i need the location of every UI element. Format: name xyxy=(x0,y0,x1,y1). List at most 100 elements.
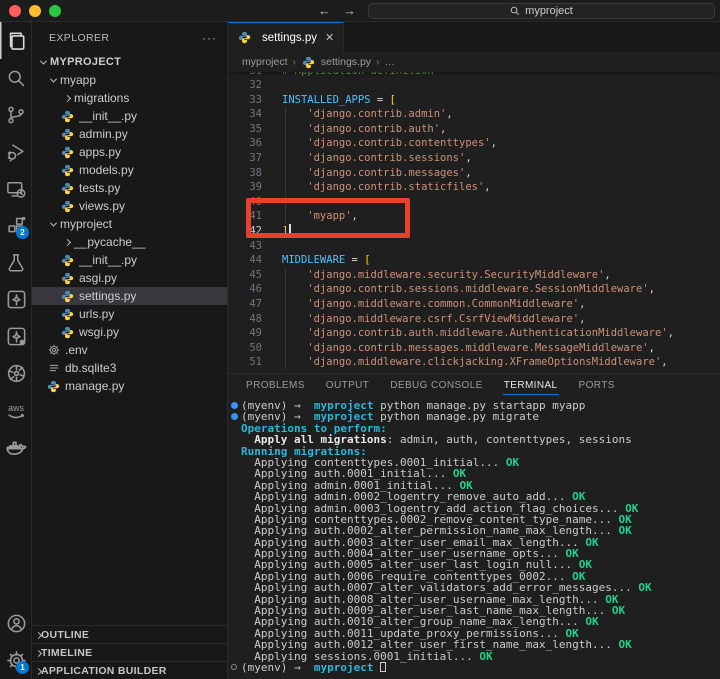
close-window-button[interactable] xyxy=(9,4,21,17)
kubernetes-icon[interactable] xyxy=(0,355,32,392)
badge: 2 xyxy=(16,226,29,239)
code-line-49: 49 'django.contrib.auth.middleware.Authe… xyxy=(228,326,720,341)
tree-item-urls-py[interactable]: urls.py xyxy=(32,305,227,323)
bottom-panel: PROBLEMS OUTPUT DEBUG CONSOLE TERMINAL PORTS… xyxy=(228,373,720,679)
run-debug-icon[interactable] xyxy=(0,133,32,170)
panel-tab-ports[interactable]: PORTS xyxy=(578,377,616,395)
extensions-icon[interactable]: 2 xyxy=(0,207,32,244)
tree-item-myapp[interactable]: myapp xyxy=(32,71,227,89)
terminal-output[interactable]: (myenv) → myproject python manage.py sta… xyxy=(228,398,720,679)
python-icon xyxy=(60,146,75,159)
tree-item-apps-py[interactable]: apps.py xyxy=(32,143,227,161)
tree-item-label: wsgi.py xyxy=(79,325,120,339)
indent-guide xyxy=(285,268,286,370)
tree-item-manage-py[interactable]: manage.py xyxy=(32,377,227,395)
panel-tab-terminal[interactable]: TERMINAL xyxy=(502,377,559,395)
more-actions-icon[interactable]: ··· xyxy=(202,31,217,45)
tree-root-myproject[interactable]: MYPROJECT xyxy=(32,53,227,71)
extension-bird2-icon[interactable] xyxy=(0,318,32,355)
tree-item-asgi-py[interactable]: asgi.py xyxy=(32,269,227,287)
tab-label: settings.py xyxy=(262,31,317,44)
tree-item-wsgi-py[interactable]: wsgi.py xyxy=(32,323,227,341)
code-line-38: 38 'django.contrib.messages', xyxy=(228,166,720,181)
accounts-icon[interactable] xyxy=(0,605,32,642)
line-number: 50 xyxy=(249,341,262,354)
line-number: 45 xyxy=(249,268,262,281)
tree-item-label: tests.py xyxy=(79,181,121,195)
tree-item-label: settings.py xyxy=(79,289,137,303)
line-number: 49 xyxy=(249,327,262,340)
code-line-50: 50 'django.contrib.messages.middleware.M… xyxy=(228,341,720,356)
close-tab-icon[interactable]: ✕ xyxy=(325,31,334,44)
python-icon xyxy=(60,272,75,285)
settings-gear-icon[interactable]: 1 xyxy=(0,642,32,679)
nav-forward-icon[interactable]: → xyxy=(343,0,356,22)
testing-icon[interactable] xyxy=(0,244,32,281)
docker-icon[interactable] xyxy=(0,429,32,466)
tree-item-db-sqlite3[interactable]: db.sqlite3 xyxy=(32,359,227,377)
extension-bird-icon[interactable] xyxy=(0,281,32,318)
chevron-right-icon xyxy=(60,94,74,102)
source-control-icon[interactable] xyxy=(0,96,32,133)
nav-back-icon[interactable]: ← xyxy=(318,0,331,22)
python-icon xyxy=(60,326,75,339)
tree-item-__init__-py[interactable]: __init__.py xyxy=(32,251,227,269)
tree-item--env[interactable]: .env xyxy=(32,341,227,359)
breadcrumb-item[interactable]: … xyxy=(384,56,395,68)
code-line-39: 39 'django.contrib.staticfiles', xyxy=(228,180,720,195)
aws-icon[interactable]: aws xyxy=(0,392,32,429)
section-outline[interactable]: OUTLINE xyxy=(32,625,227,643)
breadcrumb-separator: › xyxy=(376,56,380,68)
tree-item-tests-py[interactable]: tests.py xyxy=(32,179,227,197)
section-label: OUTLINE xyxy=(41,628,90,641)
code-line-35: 35 'django.contrib.auth', xyxy=(228,122,720,137)
chevron-down-icon xyxy=(46,75,60,83)
tree-item-__pycache__[interactable]: __pycache__ xyxy=(32,233,227,251)
tree-item-label: views.py xyxy=(79,199,126,213)
zoom-window-button[interactable] xyxy=(49,4,61,17)
explorer-icon[interactable] xyxy=(0,22,32,59)
line-number: 48 xyxy=(249,312,262,325)
tree-item-label: apps.py xyxy=(79,145,122,159)
code-line-34: 34 'django.contrib.admin', xyxy=(228,107,720,122)
tree-item-views-py[interactable]: views.py xyxy=(32,197,227,215)
python-icon xyxy=(60,182,75,195)
panel-tab-debug-console[interactable]: DEBUG CONSOLE xyxy=(389,377,483,395)
breadcrumb-separator: › xyxy=(292,56,296,68)
tree-item-migrations[interactable]: migrations xyxy=(32,89,227,107)
line-number: 47 xyxy=(249,297,262,310)
tree-item-label: .env xyxy=(65,343,88,357)
code-line-43: 43 xyxy=(228,239,720,254)
command-center-search[interactable]: myproject xyxy=(368,3,715,19)
tree-item-myproject[interactable]: myproject xyxy=(32,215,227,233)
minimize-window-button[interactable] xyxy=(29,4,41,17)
panel-tab-problems[interactable]: PROBLEMS xyxy=(245,377,306,395)
code-editor[interactable]: 31# Application definition3233INSTALLED_… xyxy=(228,72,720,373)
search-icon[interactable] xyxy=(0,59,32,96)
python-icon xyxy=(301,56,316,69)
search-text: myproject xyxy=(525,5,573,17)
line-number: 51 xyxy=(249,356,262,369)
section-timeline[interactable]: TIMELINE xyxy=(32,643,227,661)
chevron-down-icon xyxy=(46,219,60,227)
panel-tab-output[interactable]: OUTPUT xyxy=(325,377,371,395)
window-controls xyxy=(0,4,61,17)
line-number: 37 xyxy=(249,151,262,164)
breadcrumb-item[interactable]: settings.py xyxy=(321,56,371,68)
tree-item-label: admin.py xyxy=(79,127,128,141)
breadcrumb-item[interactable]: myproject xyxy=(242,56,288,68)
python-icon xyxy=(237,31,252,44)
section-application-builder[interactable]: APPLICATION BUILDER xyxy=(32,661,227,679)
tree-item-admin-py[interactable]: admin.py xyxy=(32,125,227,143)
tree-item-settings-py[interactable]: settings.py xyxy=(32,287,227,305)
line-number: 34 xyxy=(249,108,262,121)
tree-item-__init__-py[interactable]: __init__.py xyxy=(32,107,227,125)
tab-settings-py[interactable]: settings.py ✕ xyxy=(228,22,345,52)
tree-item-label: myproject xyxy=(60,217,113,231)
code-line-51: 51 'django.middleware.clickjacking.XFram… xyxy=(228,355,720,370)
command-pending-circle xyxy=(231,663,237,670)
badge: 1 xyxy=(16,661,29,674)
line-number: 44 xyxy=(249,254,262,267)
tree-item-models-py[interactable]: models.py xyxy=(32,161,227,179)
remote-explorer-icon[interactable] xyxy=(0,170,32,207)
